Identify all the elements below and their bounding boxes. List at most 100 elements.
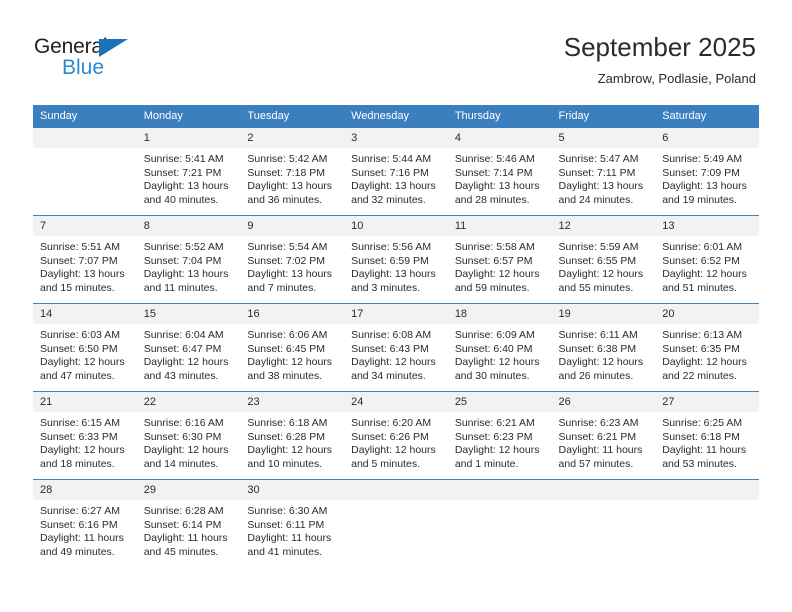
sunrise-text: Sunrise: 5:56 AM <box>351 241 432 253</box>
sunset-text: Sunset: 7:02 PM <box>247 254 326 267</box>
day-details: Sunrise: 5:58 AM Sunset: 6:57 PM Daylight:… <box>448 236 552 295</box>
daylight-text: Daylight: 11 hours and 53 minutes. <box>662 444 747 470</box>
sunset-text: Sunset: 7:07 PM <box>40 254 118 267</box>
calendar-day-cell[interactable]: 24 Sunrise: 6:20 AM Sunset: 6:26 PM Dayligh… <box>344 391 448 480</box>
calendar-grid: Sunday Monday Tuesday Wednesday Thursday Frid… <box>33 105 759 564</box>
calendar-day-cell[interactable]: 14 Sunrise: 6:03 AM Sunset: 6:50 PM Dayligh… <box>33 303 137 392</box>
calendar-day-cell[interactable]: 26 Sunrise: 6:23 AM Sunset: 6:21 PM Dayligh… <box>551 391 656 480</box>
sunset-text: Sunset: 6:38 PM <box>558 342 637 355</box>
sunrise-text: Sunrise: 6:27 AM <box>40 505 120 517</box>
logo-text-general: General <box>34 35 108 58</box>
sunrise-text: Sunrise: 6:15 AM <box>40 417 120 429</box>
calendar-day-cell[interactable]: 1 Sunrise: 5:41 AM Sunset: 7:21 PM Daylight… <box>136 127 241 216</box>
sunset-text: Sunset: 6:50 PM <box>40 342 118 355</box>
day-number: 20 <box>655 304 759 324</box>
calendar-day-cell[interactable]: 9 Sunrise: 5:54 AM Sunset: 7:02 PM Daylight… <box>240 215 345 304</box>
day-number: 17 <box>344 304 448 324</box>
daylight-text: Daylight: 11 hours and 49 minutes. <box>40 532 124 558</box>
day-details: Sunrise: 6:23 AM Sunset: 6:21 PM Daylight:… <box>552 412 656 471</box>
calendar-day-cell[interactable]: 3 Sunrise: 5:44 AM Sunset: 7:16 PM Daylight… <box>344 127 448 216</box>
day-details: Sunrise: 5:46 AM Sunset: 7:14 PM Daylight:… <box>448 148 552 207</box>
calendar-day-cell[interactable]: 21 Sunrise: 6:15 AM Sunset: 6:33 PM Dayligh… <box>33 391 137 480</box>
calendar-day-cell[interactable]: 11 Sunrise: 5:58 AM Sunset: 6:57 PM Dayligh… <box>447 215 552 304</box>
sunrise-text: Sunrise: 6:08 AM <box>351 329 432 341</box>
calendar-day-cell[interactable]: 19 Sunrise: 6:11 AM Sunset: 6:38 PM Dayligh… <box>551 303 656 392</box>
day-details: Sunrise: 6:21 AM Sunset: 6:23 PM Daylight:… <box>448 412 552 471</box>
calendar-day-cell[interactable]: 10 Sunrise: 5:56 AM Sunset: 6:59 PM Dayligh… <box>344 215 448 304</box>
sunrise-text: Sunrise: 5:44 AM <box>351 153 432 165</box>
day-details: Sunrise: 5:54 AM Sunset: 7:02 PM Daylight:… <box>240 236 344 295</box>
calendar-day-cell[interactable]: 6 Sunrise: 5:49 AM Sunset: 7:09 PM Daylight… <box>655 127 759 216</box>
sunrise-text: Sunrise: 6:20 AM <box>351 417 432 429</box>
calendar-day-cell[interactable]: 18 Sunrise: 6:09 AM Sunset: 6:40 PM Dayligh… <box>447 303 552 392</box>
sunrise-text: Sunrise: 5:47 AM <box>558 153 639 165</box>
sunrise-text: Sunrise: 6:06 AM <box>247 329 328 341</box>
day-details: Sunrise: 6:13 AM Sunset: 6:35 PM Daylight:… <box>655 324 759 383</box>
daylight-text: Daylight: 12 hours and 34 minutes. <box>351 356 436 382</box>
sunrise-text: Sunrise: 6:16 AM <box>143 417 224 429</box>
calendar-cell-empty <box>447 479 552 564</box>
calendar-day-cell[interactable]: 20 Sunrise: 6:13 AM Sunset: 6:35 PM Dayligh… <box>655 303 759 392</box>
weekday-header-tuesday: Tuesday <box>240 105 345 128</box>
calendar-day-cell[interactable]: 4 Sunrise: 5:46 AM Sunset: 7:14 PM Daylight… <box>447 127 552 216</box>
sunset-text: Sunset: 7:11 PM <box>558 166 636 179</box>
sunrise-text: Sunrise: 6:23 AM <box>558 417 639 429</box>
day-number: 2 <box>240 128 345 148</box>
calendar-day-cell[interactable]: 15 Sunrise: 6:04 AM Sunset: 6:47 PM Dayligh… <box>136 303 241 392</box>
sunrise-text: Sunrise: 5:59 AM <box>558 241 639 253</box>
calendar-day-cell[interactable]: 27 Sunrise: 6:25 AM Sunset: 6:18 PM Dayligh… <box>655 391 759 480</box>
weekday-header-sunday: Sunday <box>33 105 137 128</box>
day-number: 21 <box>33 392 137 412</box>
day-number <box>655 480 759 500</box>
sunset-text: Sunset: 6:11 PM <box>247 518 325 531</box>
daylight-text: Daylight: 12 hours and 30 minutes. <box>454 356 540 382</box>
day-number: 1 <box>136 128 241 148</box>
calendar-day-cell[interactable]: 23 Sunrise: 6:18 AM Sunset: 6:28 PM Dayligh… <box>240 391 345 480</box>
calendar-day-cell[interactable]: 22 Sunrise: 6:16 AM Sunset: 6:30 PM Dayligh… <box>136 391 241 480</box>
day-number: 14 <box>33 304 137 324</box>
sunrise-text: Sunrise: 5:54 AM <box>247 241 328 253</box>
calendar-day-cell[interactable]: 2 Sunrise: 5:42 AM Sunset: 7:18 PM Daylight… <box>240 127 345 216</box>
daylight-text: Daylight: 12 hours and 1 minute. <box>454 444 540 470</box>
day-details: Sunrise: 6:11 AM Sunset: 6:38 PM Daylight:… <box>552 324 656 383</box>
daylight-text: Daylight: 11 hours and 45 minutes. <box>143 532 228 558</box>
sunset-text: Sunset: 6:30 PM <box>143 430 222 443</box>
calendar-day-cell[interactable]: 13 Sunrise: 6:01 AM Sunset: 6:52 PM Dayligh… <box>655 215 759 304</box>
sunset-text: Sunset: 6:16 PM <box>40 518 118 531</box>
calendar-day-cell[interactable]: 12 Sunrise: 5:59 AM Sunset: 6:55 PM Dayligh… <box>551 215 656 304</box>
sunset-text: Sunset: 6:14 PM <box>143 518 222 531</box>
calendar-day-cell[interactable]: 30 Sunrise: 6:30 AM Sunset: 6:11 PM Dayligh… <box>240 479 345 564</box>
calendar-day-cell[interactable]: 28 Sunrise: 6:27 AM Sunset: 6:16 PM Dayligh… <box>33 479 137 564</box>
calendar-day-cell[interactable]: 7 Sunrise: 5:51 AM Sunset: 7:07 PM Daylight… <box>33 215 137 304</box>
day-details: Sunrise: 6:27 AM Sunset: 6:16 PM Daylight:… <box>33 500 137 559</box>
day-details: Sunrise: 6:20 AM Sunset: 6:26 PM Daylight:… <box>344 412 448 471</box>
day-number: 19 <box>551 304 656 324</box>
daylight-text: Daylight: 13 hours and 40 minutes. <box>143 180 229 206</box>
sunset-text: Sunset: 6:21 PM <box>558 430 637 443</box>
sunrise-text: Sunrise: 6:11 AM <box>558 329 638 341</box>
day-number: 9 <box>240 216 345 236</box>
day-details: Sunrise: 5:49 AM Sunset: 7:09 PM Daylight:… <box>655 148 759 207</box>
day-details: Sunrise: 5:51 AM Sunset: 7:07 PM Daylight:… <box>33 236 137 295</box>
day-details: Sunrise: 6:01 AM Sunset: 6:52 PM Daylight:… <box>655 236 759 295</box>
sunset-text: Sunset: 6:52 PM <box>662 254 740 267</box>
calendar-day-cell[interactable]: 29 Sunrise: 6:28 AM Sunset: 6:14 PM Dayligh… <box>136 479 241 564</box>
day-details: Sunrise: 5:47 AM Sunset: 7:11 PM Daylight:… <box>552 148 656 207</box>
sunrise-text: Sunrise: 6:25 AM <box>662 417 743 429</box>
calendar-day-cell[interactable]: 8 Sunrise: 5:52 AM Sunset: 7:04 PM Daylight… <box>136 215 241 304</box>
calendar-day-cell[interactable]: 17 Sunrise: 6:08 AM Sunset: 6:43 PM Dayligh… <box>344 303 448 392</box>
sunrise-text: Sunrise: 5:42 AM <box>247 153 328 165</box>
sunset-text: Sunset: 7:18 PM <box>247 166 326 179</box>
calendar-day-cell[interactable]: 25 Sunrise: 6:21 AM Sunset: 6:23 PM Dayligh… <box>447 391 552 480</box>
day-details: Sunrise: 6:18 AM Sunset: 6:28 PM Daylight:… <box>240 412 344 471</box>
logo-general-blue[interactable]: General Blue <box>34 36 234 88</box>
day-number <box>33 128 137 148</box>
calendar-cell-empty <box>655 479 759 564</box>
sunset-text: Sunset: 6:28 PM <box>247 430 326 443</box>
day-number <box>551 480 656 500</box>
calendar-day-cell[interactable]: 16 Sunrise: 6:06 AM Sunset: 6:45 PM Dayligh… <box>240 303 345 392</box>
sunset-text: Sunset: 6:18 PM <box>662 430 740 443</box>
day-number: 15 <box>136 304 241 324</box>
sunrise-text: Sunrise: 5:41 AM <box>143 153 224 165</box>
calendar-day-cell[interactable]: 5 Sunrise: 5:47 AM Sunset: 7:11 PM Daylight… <box>551 127 656 216</box>
